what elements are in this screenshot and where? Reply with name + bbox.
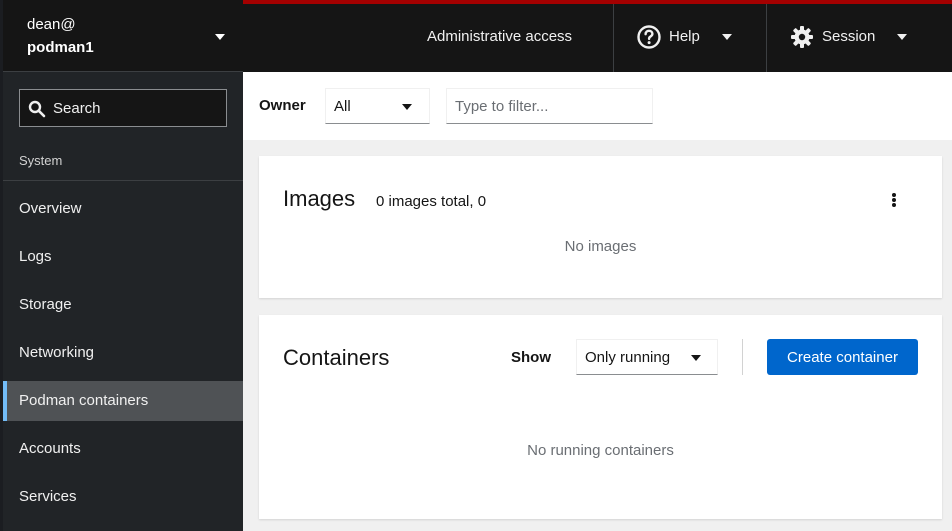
containers-card: Containers Show Only running Create cont… (259, 315, 942, 519)
sidebar-item-storage[interactable]: Storage (3, 285, 243, 325)
nav-divider (3, 180, 243, 181)
nav-group-label: System (19, 153, 63, 168)
show-label: Show (511, 349, 551, 366)
host-switcher[interactable]: dean@ podman1 (3, 0, 243, 72)
sidebar-item-label: Podman containers (19, 392, 149, 409)
owner-select-value: All (334, 98, 351, 115)
sidebar-item-networking[interactable]: Networking (3, 333, 243, 373)
owner-label: Owner (259, 97, 306, 114)
search-icon (28, 100, 46, 118)
toolbar-divider (742, 339, 743, 375)
help-menu-button[interactable]: Help (614, 4, 766, 72)
chevron-down-icon (215, 34, 225, 40)
host-name: podman1 (27, 39, 94, 56)
sidebar-item-logs[interactable]: Logs (3, 237, 243, 277)
sidebar-item-label: Logs (19, 248, 52, 265)
help-circle-icon (637, 25, 661, 49)
sidebar-item-label: Services (19, 488, 77, 505)
chevron-down-icon (722, 34, 732, 40)
search-input[interactable]: Search (19, 89, 227, 127)
text-filter-input[interactable] (446, 88, 653, 124)
chevron-down-icon (691, 355, 701, 361)
sidebar: dean@ podman1 Search System Overview Log… (0, 0, 243, 531)
sidebar-item-label: Networking (19, 344, 95, 361)
sidebar-item-label: Storage (19, 296, 72, 313)
sidebar-item-podman-containers[interactable]: Podman containers (3, 381, 243, 421)
images-empty-state: No images (564, 238, 637, 255)
chevron-down-icon (402, 104, 412, 110)
filter-toolbar: Owner All (243, 72, 952, 140)
sidebar-item-label: Accounts (19, 440, 81, 457)
session-menu-button[interactable]: Session (767, 4, 952, 72)
images-card: Images 0 images total, 0 No images (259, 156, 942, 298)
session-label: Session (822, 28, 876, 45)
administrative-access-button[interactable]: Administrative access (413, 0, 613, 72)
help-label: Help (669, 28, 700, 45)
sidebar-item-overview[interactable]: Overview (3, 189, 243, 229)
sidebar-item-accounts[interactable]: Accounts (3, 429, 243, 469)
containers-empty-state: No running containers (527, 442, 674, 459)
host-user: dean@ (27, 16, 76, 33)
owner-select[interactable]: All (325, 88, 430, 124)
sidebar-item-services[interactable]: Services (3, 477, 243, 517)
search-label: Search (53, 100, 101, 117)
containers-title: Containers (283, 345, 390, 370)
gear-icon (791, 26, 813, 48)
images-count: 0 images total, 0 (376, 193, 487, 210)
sidebar-item-label: Overview (19, 200, 82, 217)
images-title: Images (283, 186, 356, 211)
kebab-menu-icon[interactable] (881, 186, 907, 214)
show-filter-value: Only running (585, 349, 671, 366)
administrative-access-label: Administrative access (427, 28, 573, 45)
create-container-button[interactable]: Create container (767, 339, 918, 375)
show-filter-select[interactable]: Only running (576, 339, 718, 375)
chevron-down-icon (897, 34, 907, 40)
masthead: Administrative access Help Session (243, 0, 952, 72)
